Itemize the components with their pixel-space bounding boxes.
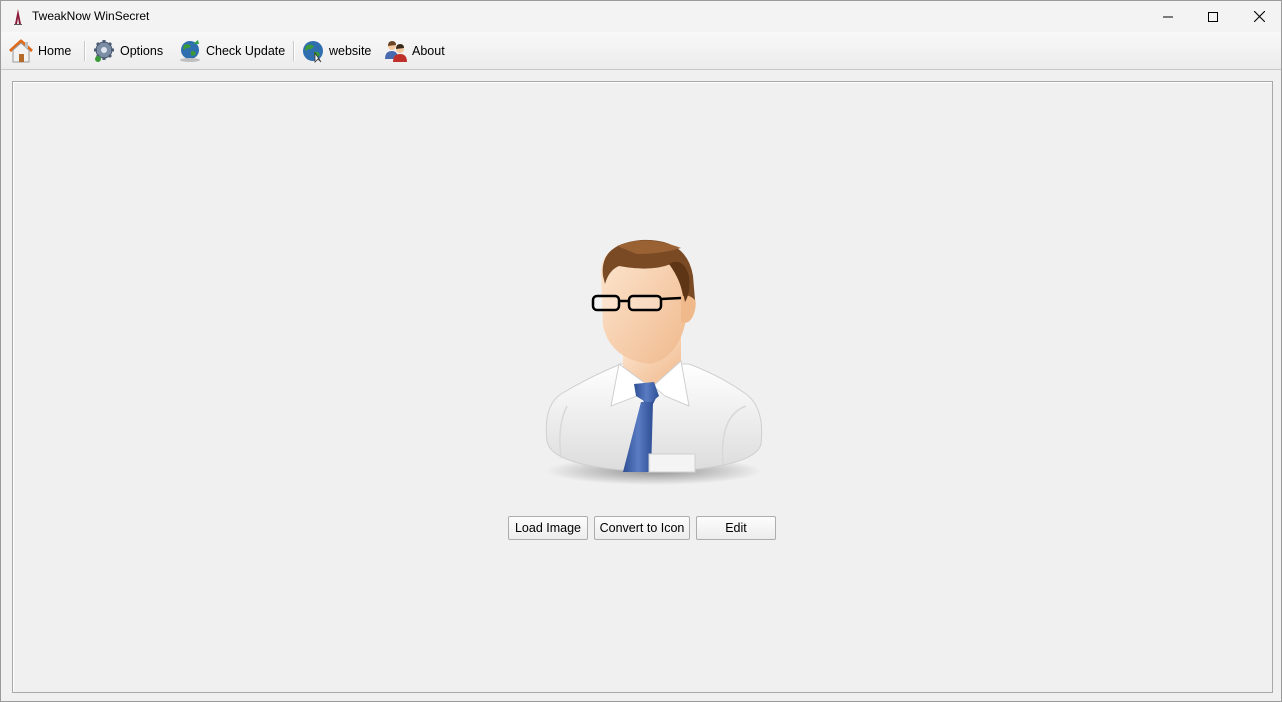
- toolbar-separator: [84, 41, 85, 61]
- toolbar-check-update-button[interactable]: Check Update: [178, 37, 285, 65]
- user-avatar-icon: [545, 239, 763, 485]
- main-panel: Load Image Convert to Icon Edit: [12, 81, 1273, 693]
- toolbar: Home Options Check Update website About: [1, 32, 1281, 70]
- edit-button[interactable]: Edit: [696, 516, 776, 540]
- toolbar-options-label: Options: [120, 44, 164, 58]
- toolbar-check-update-label: Check Update: [206, 44, 286, 58]
- toolbar-about-label: About: [412, 44, 445, 58]
- toolbar-website-label: website: [329, 44, 372, 58]
- window-title: TweakNow WinSecret: [32, 9, 150, 23]
- toolbar-about-button[interactable]: About: [384, 37, 445, 65]
- close-icon: [1253, 11, 1265, 22]
- minimize-icon: [1163, 16, 1173, 17]
- globe-update-icon: [180, 40, 200, 62]
- toolbar-separator: [293, 41, 294, 61]
- toolbar-home-button[interactable]: Home: [8, 37, 71, 65]
- globe-icon: [303, 41, 323, 63]
- app-window: TweakNow WinSecret Home Options Check Up…: [0, 0, 1282, 702]
- title-bar[interactable]: TweakNow WinSecret: [1, 1, 1281, 32]
- maximize-button[interactable]: [1190, 1, 1236, 32]
- toolbar-website-button[interactable]: website: [301, 37, 371, 65]
- load-image-button[interactable]: Load Image: [508, 516, 588, 540]
- users-icon: [385, 41, 407, 62]
- minimize-button[interactable]: [1145, 1, 1191, 32]
- toolbar-home-label: Home: [38, 44, 72, 58]
- app-logo-icon: [14, 9, 22, 25]
- maximize-icon: [1208, 11, 1218, 22]
- home-icon: [8, 39, 34, 63]
- gear-icon: [94, 40, 114, 62]
- toolbar-options-button[interactable]: Options: [92, 37, 163, 65]
- convert-to-icon-button[interactable]: Convert to Icon: [594, 516, 690, 540]
- close-button[interactable]: [1236, 1, 1282, 32]
